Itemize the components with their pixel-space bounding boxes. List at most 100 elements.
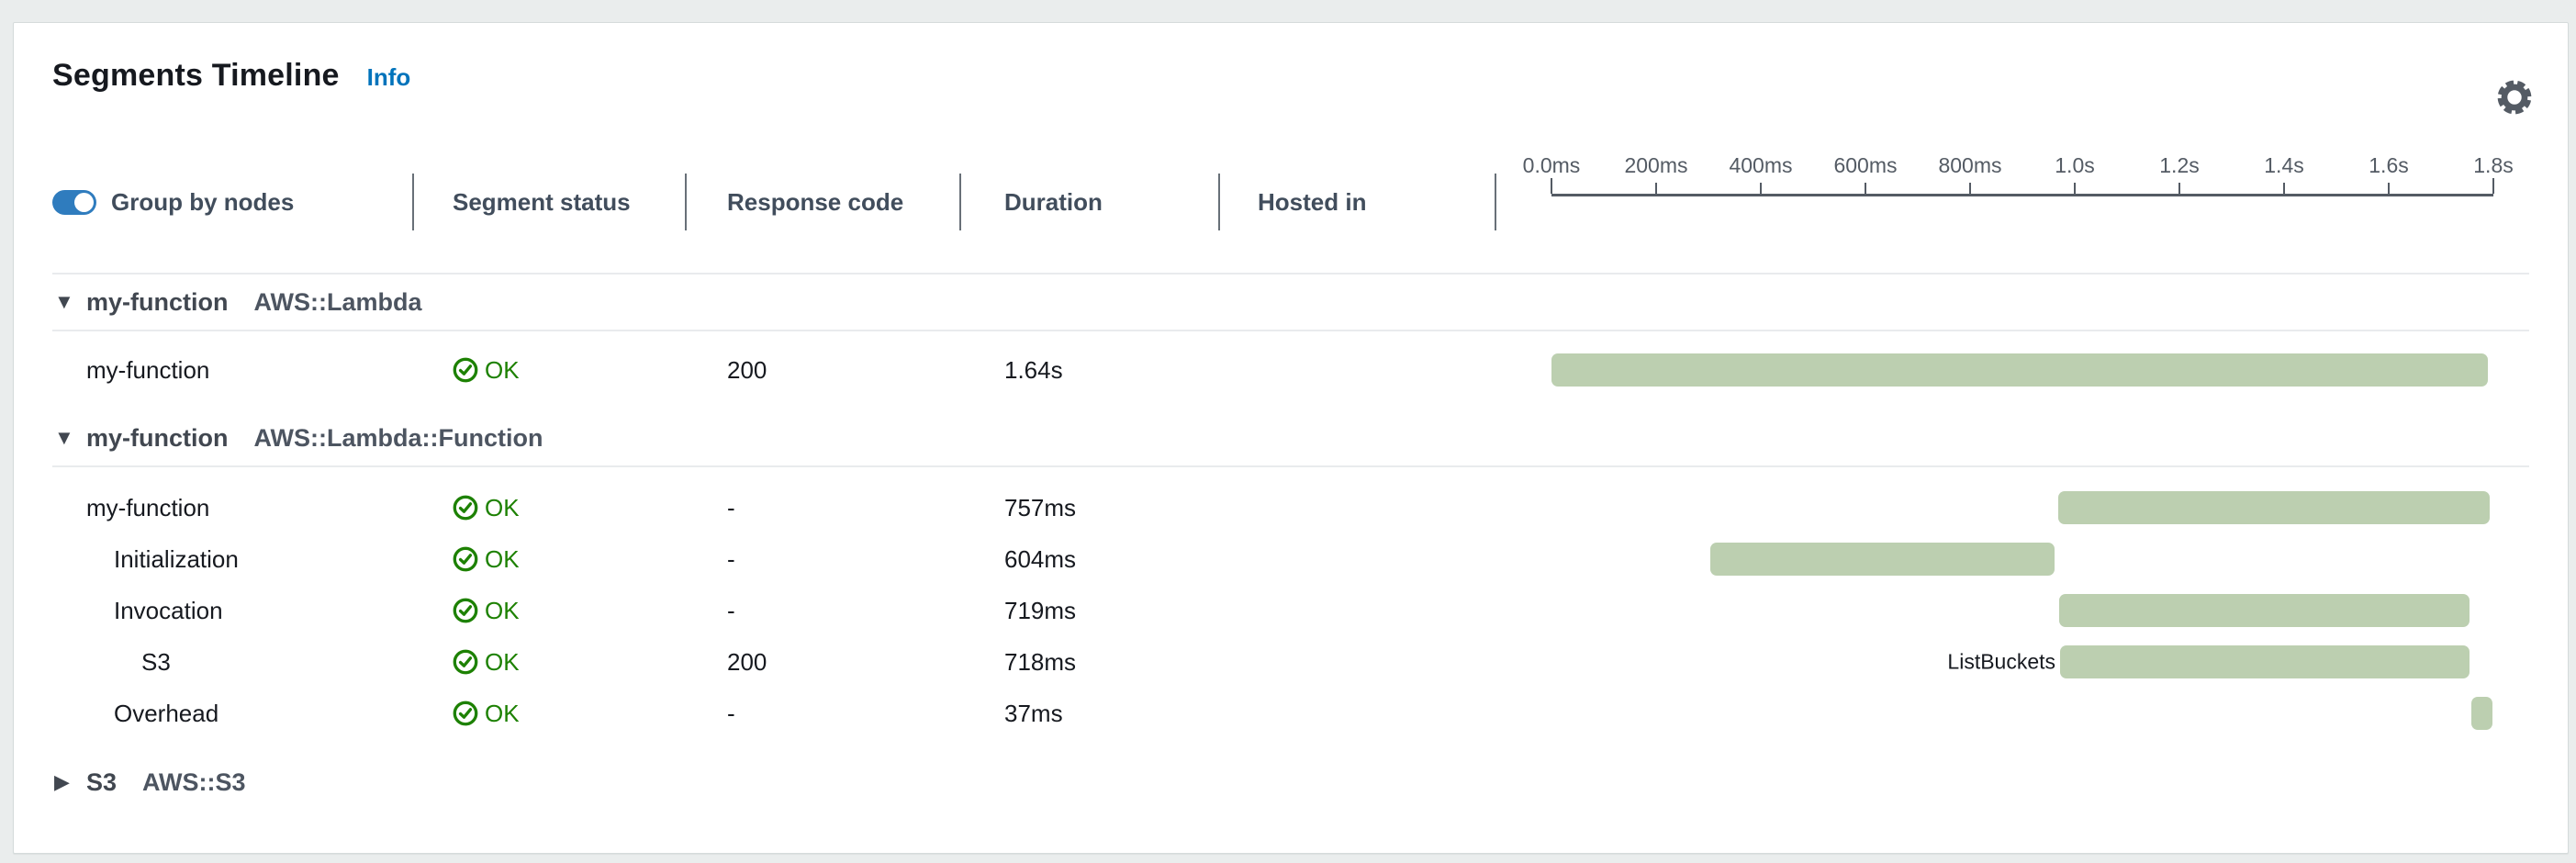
segment-status-cell: OK bbox=[412, 636, 685, 688]
duration-cell: 604ms bbox=[959, 533, 1218, 585]
column-header-label: Segment status bbox=[453, 188, 631, 217]
timeline-track bbox=[1551, 688, 2493, 739]
toggle-label: Group by nodes bbox=[111, 188, 294, 217]
segment-name-cell: Overhead bbox=[52, 688, 412, 739]
ruler-tick-label: 600ms bbox=[1833, 153, 1897, 178]
segment-status-cell: OK bbox=[412, 533, 685, 585]
segment-name-cell: my-function bbox=[52, 344, 412, 396]
duration-cell: 718ms bbox=[959, 636, 1218, 688]
status-ok-icon bbox=[453, 598, 478, 623]
status-ok-icon bbox=[453, 649, 478, 675]
timeline-cell bbox=[1495, 344, 2529, 396]
group-header[interactable]: ▼ my-function AWS::Lambda bbox=[52, 275, 2529, 331]
ruler-tick-label: 1.8s bbox=[2473, 153, 2513, 178]
ruler-tick-label: 1.6s bbox=[2369, 153, 2408, 178]
hosted-in-cell bbox=[1218, 688, 1495, 739]
caret-down-icon[interactable]: ▼ bbox=[54, 290, 76, 314]
ruler-tick-label: 0.0ms bbox=[1523, 153, 1581, 178]
segment-group: ▼ my-function AWS::Lambda::Functionmy-func… bbox=[52, 410, 2529, 746]
group-header[interactable]: ▶S3AWS::S3 bbox=[52, 754, 2529, 811]
column-header-label: Hosted in bbox=[1258, 188, 1366, 217]
timeline-ruler: 0.0ms200ms400ms600ms800ms1.0s1.2s1.4s1.6… bbox=[1551, 160, 2493, 196]
segment-status-cell: OK bbox=[412, 482, 685, 533]
segment-row[interactable]: OverheadOK-37ms bbox=[52, 688, 2529, 739]
group-by-nodes-toggle[interactable] bbox=[52, 190, 96, 215]
segment-status-cell: OK bbox=[412, 688, 685, 739]
timeline-cell bbox=[1495, 688, 2529, 739]
ruler-tick-label: 800ms bbox=[1938, 153, 2001, 178]
timeline-bar[interactable] bbox=[1551, 353, 2488, 387]
hosted-in-cell bbox=[1218, 585, 1495, 636]
status-label: OK bbox=[485, 494, 520, 522]
segment-row[interactable]: my-functionOK-757ms bbox=[52, 482, 2529, 533]
group-header[interactable]: ▼ my-function AWS::Lambda::Function bbox=[52, 410, 2529, 467]
column-divider bbox=[1495, 174, 1496, 230]
timeline-toolbar: Group by nodes Segment status Response co… bbox=[52, 174, 2529, 230]
response-code-cell: - bbox=[685, 482, 959, 533]
gear-icon bbox=[2495, 106, 2534, 119]
caret-down-icon[interactable]: ▼ bbox=[54, 426, 76, 450]
ruler-tick bbox=[2283, 183, 2285, 194]
status-ok-icon bbox=[453, 357, 478, 383]
group-rows: my-functionOK-757msInitializationOK-604m… bbox=[52, 467, 2529, 746]
status-label: OK bbox=[485, 356, 520, 385]
segment-row[interactable]: my-functionOK2001.64s bbox=[52, 344, 2529, 396]
column-divider bbox=[1218, 174, 1220, 230]
segment-row[interactable]: S3OK200718ms ListBuckets bbox=[52, 636, 2529, 688]
ruler-tick bbox=[1760, 183, 1762, 194]
column-header-hosted-in: Hosted in bbox=[1218, 174, 1495, 230]
group-type: AWS::Lambda bbox=[254, 288, 422, 317]
column-header-label: Response code bbox=[727, 188, 903, 217]
timeline-cell: ListBuckets bbox=[1495, 636, 2529, 688]
segments-list: ▼my-functionAWS::Lambdamy-functionOK2001… bbox=[52, 275, 2529, 811]
segment-group: ▶S3AWS::S3 bbox=[52, 754, 2529, 811]
group-type: AWS::S3 bbox=[142, 768, 246, 797]
settings-button[interactable] bbox=[2494, 78, 2535, 118]
ruler-tick-label: 1.0s bbox=[2055, 153, 2094, 178]
timeline-bar[interactable] bbox=[1710, 543, 2055, 576]
hosted-in-cell bbox=[1218, 482, 1495, 533]
caret-right-icon[interactable]: ▶ bbox=[54, 770, 76, 794]
group-name: my-function bbox=[86, 424, 229, 453]
ruler-tick-label: 1.4s bbox=[2264, 153, 2303, 178]
ruler-tick-label: 1.2s bbox=[2159, 153, 2199, 178]
segment-row[interactable]: InvocationOK-719ms bbox=[52, 585, 2529, 636]
status-ok-icon bbox=[453, 546, 478, 572]
timeline-cell bbox=[1495, 482, 2529, 533]
timeline-bar[interactable] bbox=[2471, 697, 2492, 730]
column-divider bbox=[685, 174, 687, 230]
segments-timeline-panel: Segments Timeline Info Group by nodes Se… bbox=[13, 22, 2569, 854]
status-ok-icon bbox=[453, 700, 478, 726]
hosted-in-cell bbox=[1218, 344, 1495, 396]
segment-row[interactable]: InitializationOK-604ms bbox=[52, 533, 2529, 585]
duration-cell: 719ms bbox=[959, 585, 1218, 636]
duration-cell: 37ms bbox=[959, 688, 1218, 739]
timeline-bar[interactable] bbox=[2059, 594, 2470, 627]
ruler-tick bbox=[1865, 183, 1866, 194]
timeline-bar[interactable] bbox=[2058, 491, 2491, 524]
segment-status-cell: OK bbox=[412, 344, 685, 396]
segment-name-cell: Initialization bbox=[52, 533, 412, 585]
bar-label: ListBuckets bbox=[1947, 650, 2060, 675]
column-header-duration: Duration bbox=[959, 174, 1218, 230]
ruler-tick bbox=[2492, 178, 2494, 194]
timeline-bar[interactable] bbox=[2060, 645, 2470, 678]
ruler-tick bbox=[2178, 183, 2180, 194]
timeline-track: ListBuckets bbox=[1551, 636, 2493, 688]
group-name: my-function bbox=[86, 288, 229, 317]
duration-cell: 1.64s bbox=[959, 344, 1218, 396]
info-link[interactable]: Info bbox=[367, 63, 411, 92]
segment-name-cell: Invocation bbox=[52, 585, 412, 636]
ruler-tick bbox=[1969, 183, 1971, 194]
segment-name-cell: S3 bbox=[52, 636, 412, 688]
timeline-cell bbox=[1495, 533, 2529, 585]
group-type: AWS::Lambda::Function bbox=[254, 424, 543, 453]
hosted-in-cell bbox=[1218, 533, 1495, 585]
page-title: Segments Timeline bbox=[52, 58, 340, 94]
column-header-segment-status: Segment status bbox=[412, 174, 685, 230]
ruler-tick bbox=[1655, 183, 1657, 194]
response-code-cell: 200 bbox=[685, 636, 959, 688]
timeline-header-cell: 0.0ms200ms400ms600ms800ms1.0s1.2s1.4s1.6… bbox=[1495, 174, 2529, 230]
response-code-cell: - bbox=[685, 688, 959, 739]
duration-cell: 757ms bbox=[959, 482, 1218, 533]
